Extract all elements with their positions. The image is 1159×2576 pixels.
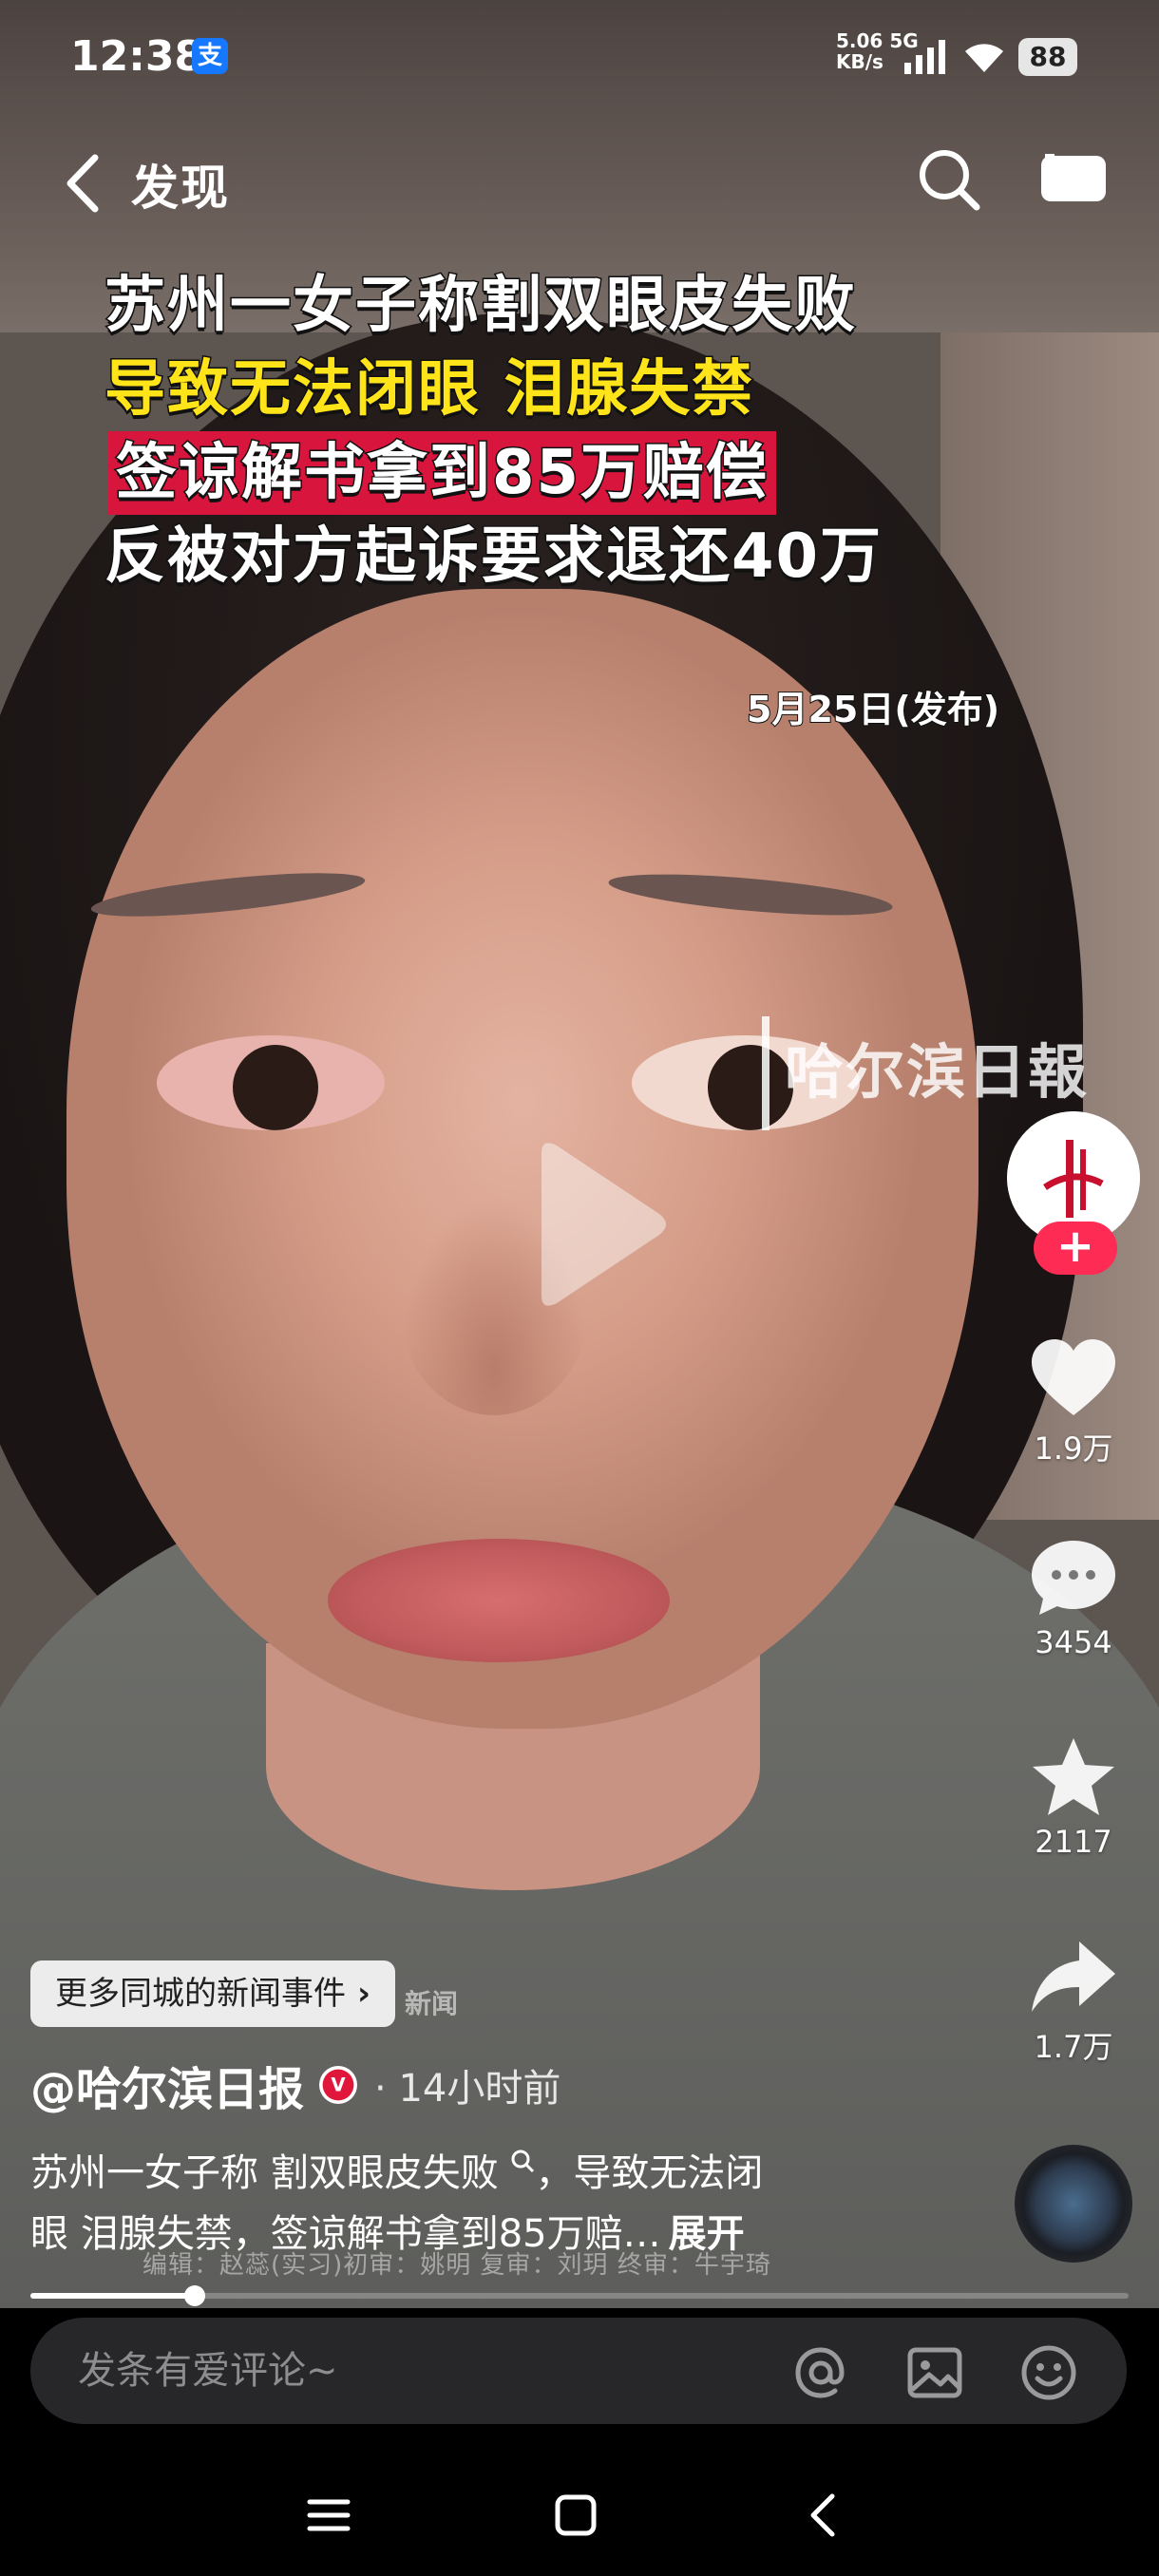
mention-icon[interactable]: [790, 2342, 851, 2403]
back-nav-icon[interactable]: [796, 2487, 853, 2544]
network-speed-unit: KB/s: [836, 50, 884, 73]
status-bar: 12:38 支 5.06 5G KB/s 88: [0, 0, 1159, 114]
music-disc-icon[interactable]: [1015, 2145, 1132, 2263]
page-title: 发现: [131, 161, 230, 216]
video-subject-lips: [328, 1539, 670, 1662]
share-arrow-icon: [1032, 1941, 1115, 2012]
wifi-icon: [965, 44, 1003, 72]
video-headline: 苏州一女子称割双眼皮失败 导致无法闭眼 泪腺失禁 签谅解书拿到85万赔偿 反被对…: [104, 264, 1064, 598]
headline-line: 签谅解书拿到85万赔偿: [108, 431, 777, 515]
watermark: 哈尔滨日報: [785, 1037, 1090, 1107]
system-nav-bar: [0, 2453, 1159, 2576]
post-time: · 14小时前: [374, 2067, 561, 2111]
home-icon[interactable]: [547, 2487, 604, 2544]
author-row: @哈尔滨日报 · 14小时前: [30, 2052, 560, 2118]
network-speed-value: 5.06: [836, 29, 884, 52]
menu-icon[interactable]: [300, 2487, 357, 2544]
chevron-right-icon: ›: [357, 1975, 371, 2013]
image-icon[interactable]: [904, 2342, 965, 2403]
video-credits: 编辑：赵蕊(实习)初审：姚明 复审：刘玥 终审：牛宇琦: [142, 2251, 771, 2280]
description-line: 苏州一女子称 割双眼皮失败: [30, 2151, 499, 2195]
play-icon[interactable]: [521, 1134, 673, 1315]
description-line: ，导致无法闭: [535, 2151, 764, 2195]
city-news-chip-label: 更多同城的新闻事件: [55, 1975, 346, 2013]
favorite-count: 2117: [1035, 1824, 1112, 1860]
alipay-icon: 支: [192, 38, 228, 74]
battery-icon: 88: [1018, 38, 1077, 76]
watermark-logo-mark: [762, 1016, 770, 1130]
follow-button[interactable]: +: [1034, 1222, 1117, 1275]
video-date-caption: 5月25日(发布): [746, 688, 1000, 731]
status-time: 12:38: [70, 32, 204, 81]
favorite-button[interactable]: 2117: [1007, 1736, 1140, 1860]
video-progress-bar[interactable]: [30, 2285, 1129, 2306]
search-icon[interactable]: [510, 2149, 535, 2173]
video-progress-fill: [30, 2293, 196, 2299]
signal-icon: [904, 40, 945, 74]
star-icon: [1033, 1738, 1114, 1815]
heart-icon: [1032, 1339, 1115, 1415]
verified-icon: [319, 2066, 358, 2104]
watermark-partial: 新闻: [405, 1988, 459, 2019]
video-subject-eye: [157, 1035, 385, 1130]
comment-icon: [1032, 1541, 1115, 1615]
headline-line: 导致无法闭眼 泪腺失禁: [104, 353, 755, 426]
share-button[interactable]: 1.7万: [1007, 1936, 1140, 2067]
comment-input[interactable]: 发条有爱评论~: [30, 2318, 1127, 2424]
headline-line: 反被对方起诉要求退还40万: [104, 521, 884, 594]
share-count: 1.7万: [1034, 2029, 1113, 2065]
comment-count: 3454: [1035, 1624, 1112, 1660]
emoji-icon[interactable]: [1018, 2342, 1079, 2403]
author-name[interactable]: @哈尔滨日报: [30, 2052, 304, 2118]
search-icon[interactable]: [914, 144, 984, 215]
headline-line: 苏州一女子称割双眼皮失败: [104, 270, 857, 343]
back-icon[interactable]: [57, 150, 114, 217]
city-news-chip[interactable]: 更多同城的新闻事件 ›: [30, 1960, 396, 2027]
top-bar: 发现: [0, 133, 1159, 228]
comment-placeholder: 发条有爱评论~: [78, 2349, 338, 2393]
comment-button[interactable]: 3454: [1007, 1537, 1140, 1660]
like-button[interactable]: 1.9万: [1007, 1337, 1140, 1468]
more-icon[interactable]: [1039, 154, 1108, 203]
like-count: 1.9万: [1034, 1430, 1113, 1467]
